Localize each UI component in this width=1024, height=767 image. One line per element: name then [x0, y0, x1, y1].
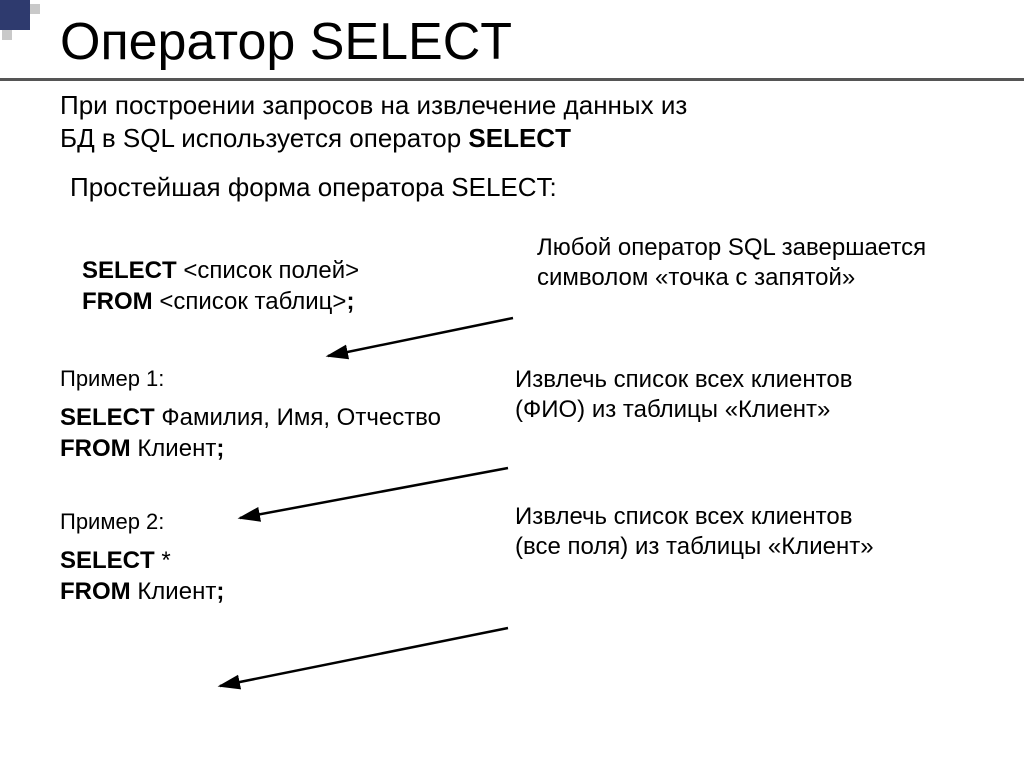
example1-block: Пример 1: SELECT Фамилия, Имя, Отчество … [60, 365, 515, 464]
note3-line2: (все поля) из таблицы «Клиент» [515, 532, 996, 562]
note1-line1: Любой оператор SQL завершается [537, 233, 996, 263]
note-semicolon: Любой оператор SQL завершается символом … [537, 233, 996, 293]
slide-content: Оператор SELECT При построении запросов … [0, 0, 1024, 760]
ex1-select-rest: Фамилия, Имя, Отчество [155, 404, 441, 431]
intro-text: При построении запросов на извлечение да… [60, 89, 996, 154]
syntax-from-rest: <список таблиц> [153, 288, 347, 315]
row-syntax: SELECT <список полей> FROM <список табли… [60, 233, 996, 317]
note2-line2: (ФИО) из таблицы «Клиент» [515, 395, 996, 425]
row-example1: Пример 1: SELECT Фамилия, Имя, Отчество … [60, 365, 996, 464]
ex1-from-rest: Клиент [131, 435, 217, 462]
title-underline [0, 78, 1024, 81]
note3-line1: Извлечь список всех клиентов [515, 502, 996, 532]
ex1-from-kw: FROM [60, 435, 131, 462]
ex1-select-kw: SELECT [60, 404, 155, 431]
example1-label: Пример 1: [60, 365, 515, 394]
note1-line2: символом «точка с запятой» [537, 263, 996, 293]
ex2-semicolon: ; [216, 578, 224, 605]
ex2-from-rest: Клиент [131, 578, 217, 605]
syntax-from-kw: FROM [82, 288, 153, 315]
example2-block: Пример 2: SELECT * FROM Клиент; [60, 508, 515, 607]
intro-line2: БД в SQL используется оператор [60, 123, 468, 153]
syntax-block: SELECT <список полей> FROM <список табли… [82, 255, 537, 317]
ex2-select-kw: SELECT [60, 547, 155, 574]
note-example2: Извлечь список всех клиентов (все поля) … [515, 502, 996, 562]
syntax-select-rest: <список полей> [177, 257, 359, 284]
ex1-semicolon: ; [216, 435, 224, 462]
ex2-from-kw: FROM [60, 578, 131, 605]
intro-bold: SELECT [468, 123, 571, 153]
syntax-semicolon: ; [346, 288, 354, 315]
note-example1: Извлечь список всех клиентов (ФИО) из та… [515, 365, 996, 425]
note2-line1: Извлечь список всех клиентов [515, 365, 996, 395]
syntax-select-kw: SELECT [82, 257, 177, 284]
subheading: Простейшая форма оператора SELECT: [70, 172, 996, 203]
ex2-select-rest: * [155, 547, 171, 574]
intro-line1: При построении запросов на извлечение да… [60, 90, 687, 120]
slide-title: Оператор SELECT [60, 12, 996, 72]
example2-label: Пример 2: [60, 508, 515, 537]
row-example2: Пример 2: SELECT * FROM Клиент; Извлечь … [60, 508, 996, 607]
